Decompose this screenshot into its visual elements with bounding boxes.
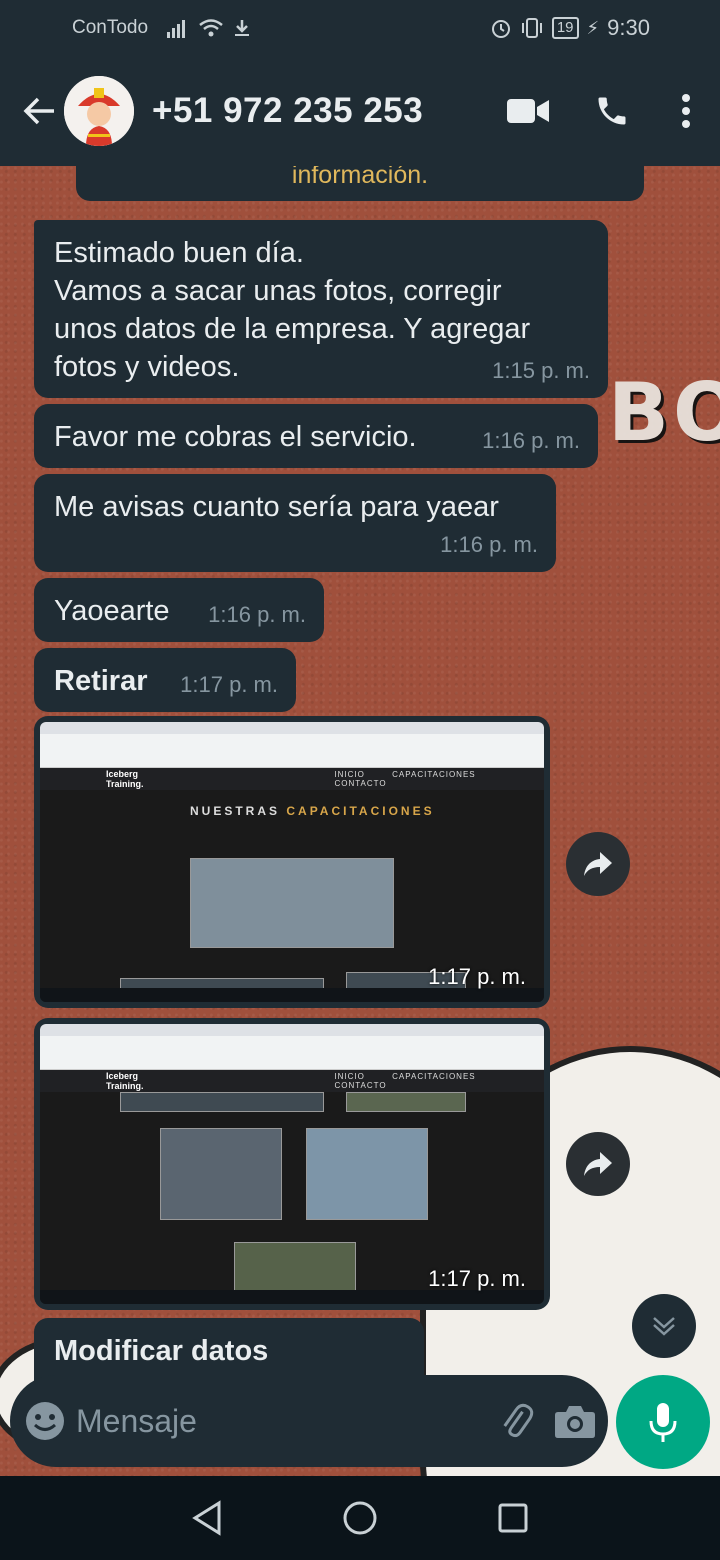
taskbar	[40, 1290, 544, 1304]
message-time: 1:15 p. m.	[492, 358, 590, 383]
nav-home-button[interactable]	[330, 1488, 390, 1548]
chat-area[interactable]: BO información. Estimado buen día. Vamos…	[0, 166, 720, 1476]
message-time: 1:16 p. m.	[482, 428, 580, 453]
carrier-label: ConTodo	[72, 17, 149, 38]
message-time: 1:16 p. m.	[440, 532, 538, 557]
system-navigation-bar	[0, 1476, 720, 1560]
message-text: Me avisas cuanto sería para yaear	[54, 491, 499, 523]
voice-message-button[interactable]	[616, 1375, 710, 1469]
alarm-icon	[491, 20, 510, 38]
more-options-button[interactable]	[666, 81, 706, 141]
site-brand: Iceberg Training.	[106, 769, 144, 789]
message-bubble[interactable]: información.	[76, 166, 644, 201]
chat-header: +51 972 235 253	[0, 56, 720, 166]
site-heading: NUESTRAS CAPACITACIONES	[190, 804, 435, 818]
wifi-icon	[199, 19, 223, 37]
status-bar: ConTodo 19 ⚡ 9:30	[0, 0, 720, 56]
triangle-back-icon	[191, 1500, 221, 1536]
taskbar	[40, 988, 544, 1002]
nav-back-button[interactable]	[177, 1488, 237, 1548]
signal-icon	[167, 20, 186, 38]
message-text: Retirar	[54, 665, 148, 697]
video-call-icon	[507, 99, 549, 123]
message-bubble[interactable]: Favor me cobras el servicio. 1:16 p. m.	[34, 404, 598, 468]
camera-button[interactable]	[554, 1391, 596, 1451]
firefighter-avatar-icon	[64, 76, 134, 146]
emoji-button[interactable]	[24, 1391, 66, 1451]
photo-thumbnail	[160, 1128, 282, 1220]
message-text: Modificar datos	[54, 1335, 269, 1367]
back-arrow-icon	[23, 97, 54, 125]
camera-icon	[555, 1406, 595, 1438]
message-bubble[interactable]: Me avisas cuanto sería para yaear 1:16 p…	[34, 474, 556, 572]
composer	[0, 1375, 720, 1475]
site-nav-links: INICIO CAPACITACIONES CONTACTO	[334, 770, 476, 788]
vibrate-icon	[521, 18, 542, 38]
photo-thumbnail	[346, 1092, 466, 1112]
photo-thumbnail	[120, 1092, 324, 1112]
message-text: Yaoearte	[54, 595, 170, 627]
emoji-icon	[26, 1402, 64, 1440]
image-message[interactable]: Iceberg Training. INICIO CAPACITACIONES …	[34, 716, 550, 1008]
battery-level: 19	[551, 17, 579, 39]
screenshot-image[interactable]: Iceberg Training. INICIO CAPACITACIONES …	[40, 722, 544, 1002]
forward-button[interactable]	[566, 1132, 630, 1196]
message-line: unos datos de la empresa. Y agregar	[54, 313, 531, 345]
phone-icon	[598, 97, 626, 125]
message-time: 1:17 p. m.	[180, 672, 278, 697]
message-time: 1:16 p. m.	[208, 602, 306, 627]
forward-icon	[584, 1152, 612, 1176]
message-text: Favor me cobras el servicio.	[54, 421, 417, 453]
forward-button[interactable]	[566, 832, 630, 896]
message-text: información.	[291, 166, 429, 189]
image-message[interactable]: Iceberg Training. INICIO CAPACITACIONES …	[34, 1018, 550, 1310]
scroll-to-bottom-button[interactable]	[632, 1294, 696, 1358]
avatar[interactable]	[64, 76, 134, 146]
paperclip-icon	[503, 1403, 534, 1438]
square-recents-icon	[498, 1503, 528, 1533]
more-vert-icon	[682, 94, 690, 128]
attach-button[interactable]	[496, 1391, 536, 1451]
nav-recents-button[interactable]	[483, 1488, 543, 1548]
double-chevron-down-icon	[653, 1317, 675, 1336]
download-icon	[235, 20, 250, 36]
message-time: 1:17 p. m.	[428, 1266, 526, 1291]
forward-icon	[584, 852, 612, 876]
microphone-icon	[649, 1403, 677, 1442]
site-nav-links: INICIO CAPACITACIONES CONTACTO	[334, 1072, 476, 1090]
back-button[interactable]	[10, 81, 70, 141]
site-brand: Iceberg Training.	[106, 1071, 144, 1091]
photo-thumbnail	[306, 1128, 428, 1220]
message-input[interactable]	[76, 1402, 496, 1440]
message-input-box	[10, 1375, 608, 1467]
message-bubble[interactable]: Retirar 1:17 p. m.	[34, 648, 296, 712]
message-time: 1:17 p. m.	[428, 964, 526, 989]
message-bubble[interactable]: Estimado buen día. Vamos a sacar unas fo…	[34, 220, 608, 398]
message-line: Vamos a sacar unas fotos, corregir	[54, 275, 502, 307]
circle-home-icon	[343, 1501, 377, 1535]
contact-name[interactable]: +51 972 235 253	[152, 91, 498, 131]
message-line: Estimado buen día.	[54, 237, 304, 269]
message-bubble[interactable]: Yaoearte 1:16 p. m.	[34, 578, 324, 642]
video-call-button[interactable]	[498, 81, 558, 141]
screenshot-image[interactable]: Iceberg Training. INICIO CAPACITACIONES …	[40, 1024, 544, 1304]
clock: 9:30	[607, 15, 650, 40]
photo-thumbnail	[190, 858, 394, 948]
voice-call-button[interactable]	[582, 81, 642, 141]
charging-icon: ⚡	[586, 17, 600, 38]
